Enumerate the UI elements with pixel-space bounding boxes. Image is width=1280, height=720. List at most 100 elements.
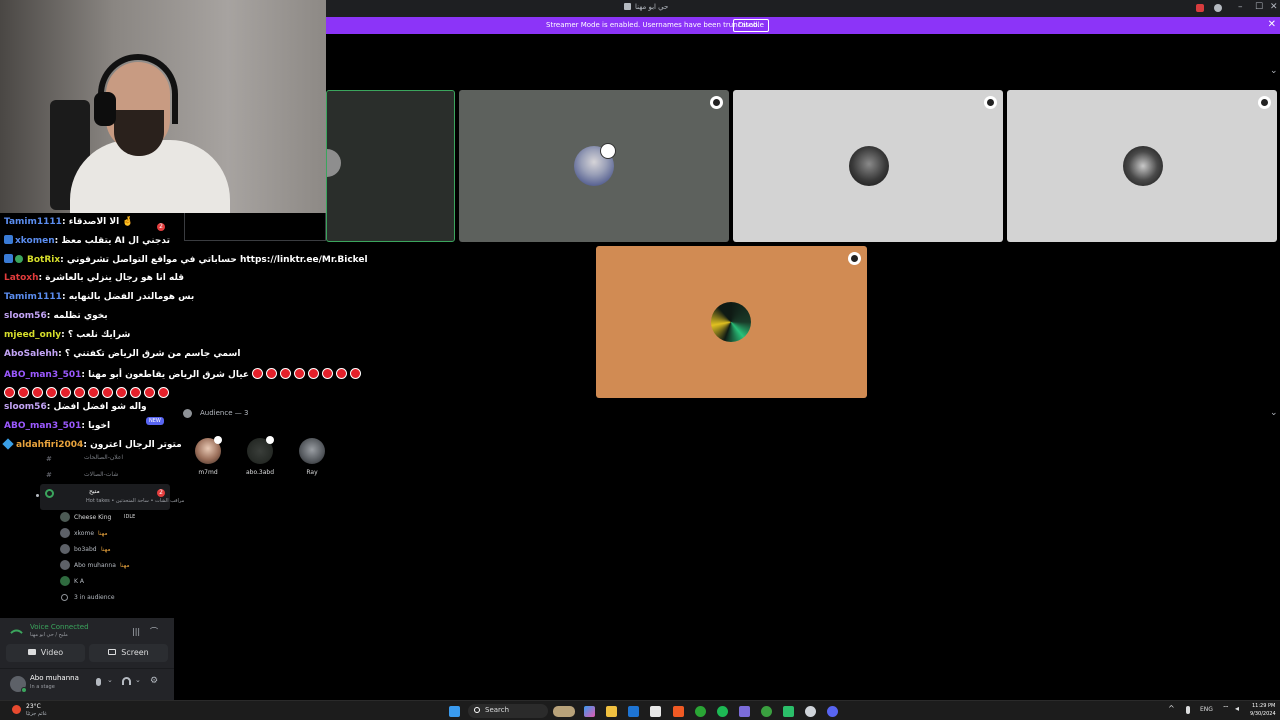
weather-desc: غائم جزئيًا [26,711,47,717]
member-name[interactable]: bo3abd [74,546,97,553]
collapse-audience-icon[interactable]: ⌄ [1270,408,1278,418]
chevron-down-icon[interactable]: ⌄ [1270,66,1278,76]
voice-status[interactable]: Voice Connected [30,623,89,631]
video-button[interactable]: Video [6,644,85,662]
chat-username: sloom56 [4,311,47,321]
chat-text: : متوتر الرجال اعترون [83,440,182,450]
member-name[interactable]: K A [74,578,84,585]
emoji-row [4,383,172,402]
clock-time[interactable]: 11:29 PM [1252,703,1275,709]
disconnect-icon[interactable]: ⌒ [150,626,158,637]
xbox-app-icon[interactable] [761,706,772,717]
red-circle-emoji [32,387,43,398]
channel-item[interactable]: شات-الصالات [84,471,118,478]
user-status: In a stage [30,684,55,690]
windows-start-icon[interactable] [449,706,460,717]
verified-icon [15,255,23,263]
channel-hash-icon: # [46,471,52,479]
channel-badge: 2 [157,489,165,497]
file-explorer-icon[interactable] [606,706,617,717]
minimize-icon[interactable]: – [1238,2,1243,12]
discord-icon[interactable] [827,706,838,717]
member-avatar[interactable] [60,512,70,522]
chat-message: ABO_man3_501: عيال شرق الرياض يقاطعون أب… [4,368,362,380]
member-avatar[interactable] [60,560,70,570]
maximize-icon[interactable]: ☐ [1255,2,1263,12]
search-icon [474,707,480,713]
language-indicator[interactable]: ENG [1200,706,1213,713]
brave-browser-icon[interactable] [673,706,684,717]
red-circle-emoji [102,387,113,398]
speaker-tile-5[interactable] [596,246,867,398]
chevron-down-icon[interactable]: ⌄ [107,676,113,684]
wifi-icon[interactable]: ⌔ [1222,704,1230,714]
member-tag: مهنا [101,546,111,553]
chat-message: Tamim1111: الا الاصدقاء 🤞 [4,217,134,227]
user-name[interactable]: Abo muhanna [30,674,79,682]
active-stage-channel[interactable]: متيح Hot takes • مراقب الشات • ساحة المت… [40,484,184,510]
disable-streamer-mode-button[interactable]: Disable [733,19,769,32]
chat-text: : اخويا [81,421,111,431]
speaker-avatar [849,146,889,186]
spotify-icon[interactable] [717,706,728,717]
headset-icon[interactable] [122,677,131,685]
speaker-tile-4[interactable] [1007,90,1277,242]
screen: حي ابو مهنا – ☐ ✕ Streamer Mode is enabl… [0,0,1280,720]
chat-message: sloom56: واله شو افضل افضل [4,402,147,412]
search-label: Search [485,706,510,714]
chat-username: ABO_man3_501 [4,370,82,380]
member-name[interactable]: Cheese King [74,514,111,521]
screen-share-button[interactable]: Screen [89,644,168,662]
app-icon[interactable] [783,706,794,717]
close-banner-icon[interactable]: ✕ [1268,19,1276,30]
stream-chat: Tamim1111: الا الاصدقاء 🤞 2 xkomen: يتقل… [0,213,368,458]
in-audience-count[interactable]: 3 in audience [74,594,115,601]
widgets-icon[interactable] [553,706,575,717]
inbox-icon[interactable] [1196,4,1204,12]
tray-chevron-icon[interactable]: ^ [1168,704,1175,713]
chat-text: : عيال شرق الرياض يقاطعون أبو مهنا [81,370,250,380]
noise-suppression-icon[interactable]: ||| [132,627,140,636]
audience-name: m7md [198,469,218,476]
game-bar-icon[interactable] [739,706,750,717]
taskbar-search[interactable]: Search [468,704,548,718]
volume-icon[interactable]: ◂ [1235,704,1239,713]
chat-message: ABO_man3_501: اخويا [4,421,110,431]
weather-temp[interactable]: 23°C [26,703,41,710]
member-avatar[interactable] [60,576,70,586]
red-circle-emoji [336,368,348,379]
member-name[interactable]: Abo muhanna [74,562,116,569]
expand-indicator [36,494,39,497]
tray-mic-icon[interactable] [1186,706,1190,714]
steam-icon[interactable] [805,706,816,717]
xbox-icon[interactable] [695,706,706,717]
audience-count-icon [61,594,68,601]
audience-name: Ray [306,469,318,476]
camera-icon [27,649,36,655]
member-avatar[interactable] [60,544,70,554]
online-status-icon [21,687,27,693]
copilot-icon[interactable] [584,706,595,717]
speaker-icon [624,3,631,10]
red-circle-emoji [74,387,85,398]
voice-channel[interactable]: مليح / حي ابو مهنا [30,632,68,638]
chat-text: : واله شو افضل افضل [46,402,147,412]
microphone-icon[interactable] [96,678,101,686]
settings-gear-icon[interactable]: ⚙ [150,676,158,686]
red-circle-emoji [46,387,57,398]
speaker-tile-3[interactable] [733,90,1003,242]
help-icon[interactable] [1214,4,1222,12]
member-avatar[interactable] [60,528,70,538]
clock-date[interactable]: 9/30/2024 [1250,711,1276,717]
speaking-badge [600,143,616,159]
chevron-down-icon[interactable]: ⌄ [135,676,141,684]
chat-username: Latoxh [4,273,39,283]
chat-username: AboSalehh [4,349,59,359]
speaker-tile-2[interactable] [459,90,729,242]
signal-icon [10,626,23,639]
close-window-icon[interactable]: ✕ [1270,2,1278,12]
store-icon[interactable] [650,706,661,717]
member-name[interactable]: xkome [74,530,94,537]
mail-icon[interactable] [628,706,639,717]
speaker-tile-1[interactable] [326,90,455,242]
